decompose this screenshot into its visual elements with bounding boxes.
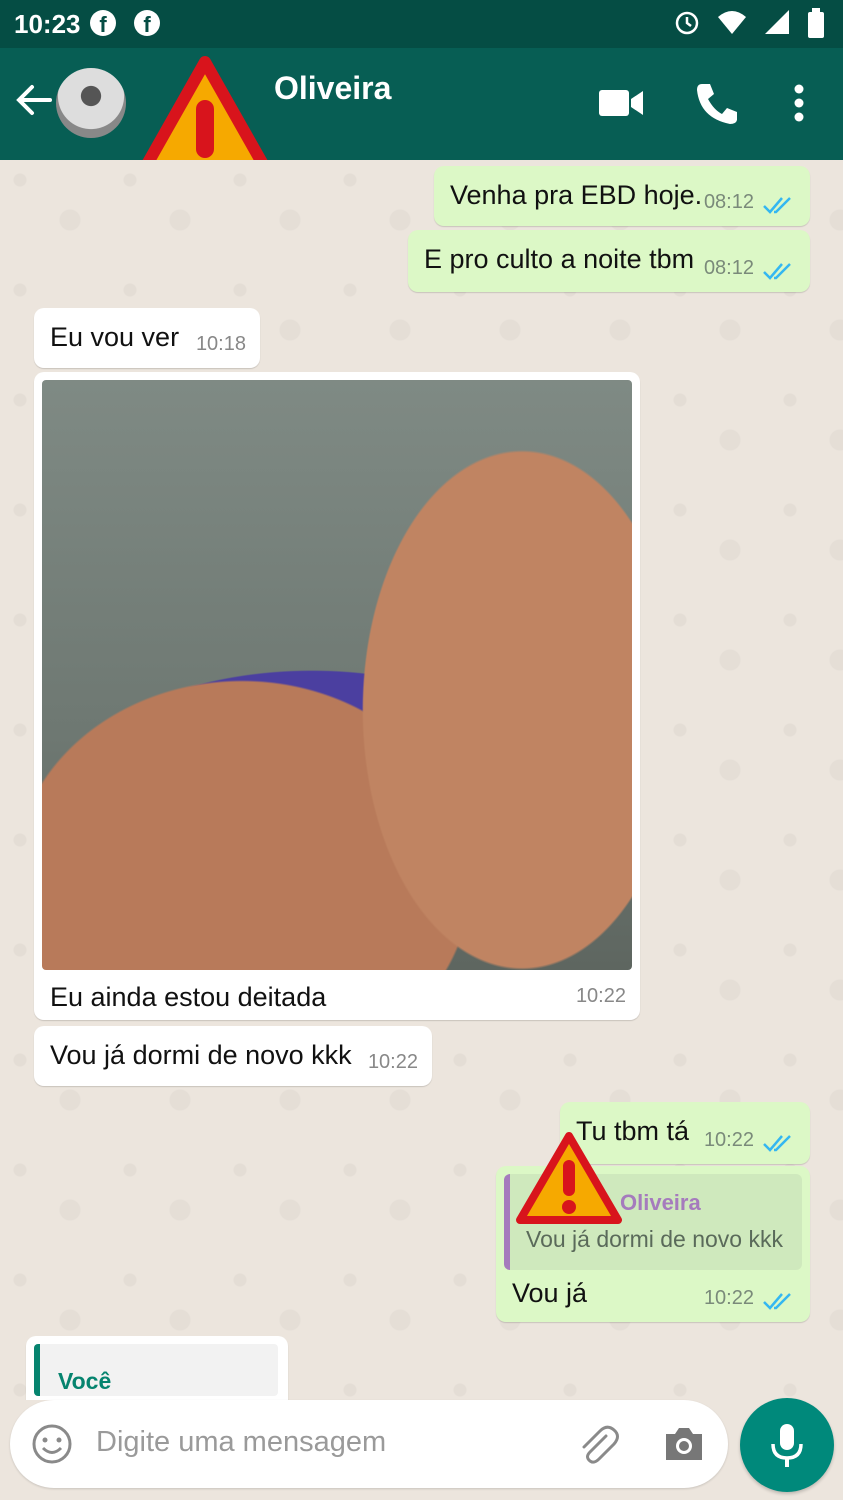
facebook-icon: f (90, 10, 116, 37)
image-message[interactable]: Eu ainda estou deitada 10:22 (34, 372, 640, 1020)
message-composer[interactable]: Digite uma mensagem (10, 1400, 728, 1488)
read-ticks-icon (763, 263, 791, 280)
read-ticks-icon (763, 1135, 791, 1152)
message-text: Venha pra EBD hoje. (450, 180, 703, 210)
mic-icon (771, 1424, 803, 1467)
message-text: Eu vou ver (50, 322, 180, 352)
battery-icon (808, 8, 824, 38)
message-time: 10:18 (195, 333, 246, 355)
read-ticks-icon (763, 1293, 791, 1310)
wifi-icon (718, 11, 746, 34)
avatar[interactable] (56, 68, 126, 138)
quoted-text: Vou já dormi de novo kkk (526, 1226, 783, 1252)
emoji-icon[interactable] (30, 1422, 74, 1466)
image-caption: Eu ainda estou deitada (50, 982, 327, 1012)
quoted-sender: Você (58, 1368, 112, 1394)
status-bar: 10:23 f f (0, 0, 843, 48)
signal-icon (765, 10, 789, 34)
message-incoming-partial[interactable]: Você (26, 1336, 288, 1400)
message-text: Vou já dormi de novo kkk (50, 1040, 352, 1070)
message-incoming[interactable]: Vou já dormi de novo kkk 10:22 (34, 1026, 432, 1086)
camera-icon[interactable] (662, 1424, 706, 1464)
status-time: 10:23 (14, 9, 81, 39)
message-input[interactable]: Digite uma mensagem (96, 1426, 386, 1459)
quoted-message[interactable]: Você (34, 1344, 278, 1396)
message-outgoing[interactable]: Venha pra EBD hoje. 08:12 (434, 166, 810, 226)
message-text: E pro culto a noite tbm (424, 244, 695, 274)
quoted-sender: Oliveira (620, 1190, 701, 1215)
read-ticks-icon (763, 197, 791, 214)
more-options-icon[interactable] (774, 78, 824, 128)
message-text: Vou já (512, 1278, 588, 1308)
message-incoming[interactable]: Eu vou ver 10:18 (34, 308, 260, 368)
mic-button[interactable] (740, 1398, 834, 1492)
alarm-icon (675, 11, 699, 35)
video-call-icon[interactable] (596, 78, 646, 128)
message-time: 08:12 (703, 191, 754, 213)
message-time: 10:22 (575, 985, 626, 1007)
chat-header: Oliveira (0, 48, 843, 204)
attach-icon[interactable] (576, 1422, 620, 1466)
status-icons (673, 8, 825, 38)
message-time: 10:22 (703, 1129, 754, 1151)
message-time: 10:22 (367, 1051, 418, 1073)
contact-name[interactable]: Oliveira (274, 70, 391, 107)
message-time: 08:12 (703, 257, 754, 279)
message-time: 10:22 (703, 1287, 754, 1309)
back-arrow-icon[interactable] (14, 80, 54, 120)
phone-icon[interactable] (692, 78, 742, 128)
photo-attachment[interactable] (42, 380, 632, 970)
warning-icon (516, 1132, 622, 1224)
facebook-icon: f (134, 10, 160, 37)
chat-messages[interactable]: Venha pra EBD hoje. 08:12 E pro culto a … (0, 160, 843, 1400)
message-outgoing[interactable]: E pro culto a noite tbm 08:12 (408, 230, 810, 292)
